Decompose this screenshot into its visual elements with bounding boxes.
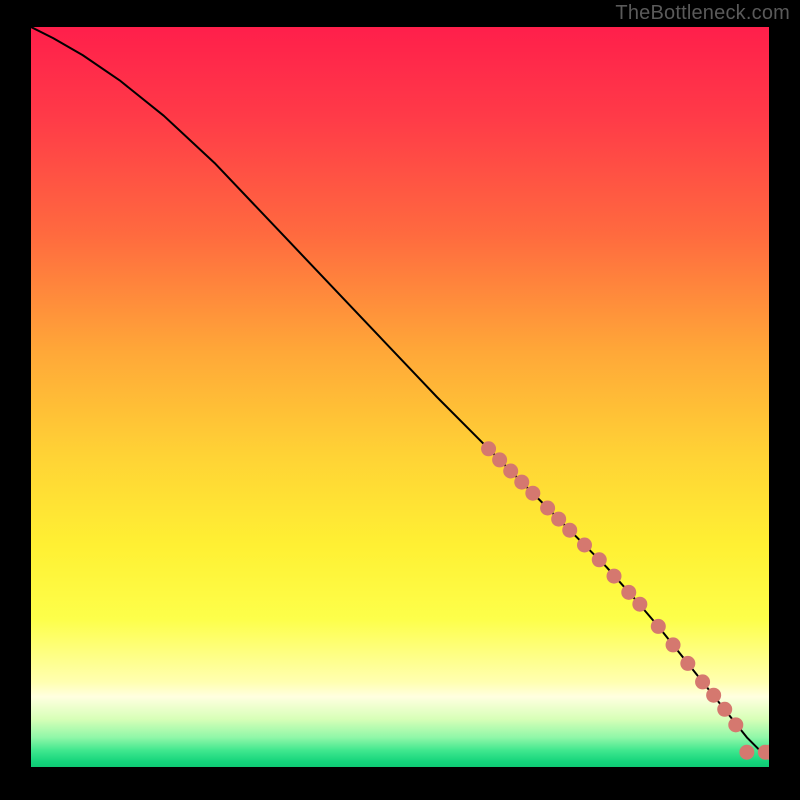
data-marker [525, 486, 540, 501]
data-marker [666, 637, 681, 652]
data-marker [632, 597, 647, 612]
data-marker [481, 441, 496, 456]
data-marker [706, 688, 721, 703]
data-marker [540, 501, 555, 516]
data-marker [621, 585, 636, 600]
chart-svg [31, 27, 769, 767]
data-marker [651, 619, 666, 634]
chart-frame: TheBottleneck.com [0, 0, 800, 800]
data-marker [562, 523, 577, 538]
attribution-label: TheBottleneck.com [615, 2, 790, 25]
data-marker [739, 745, 754, 760]
data-marker [728, 717, 743, 732]
data-marker [503, 464, 518, 479]
data-marker [695, 674, 710, 689]
data-marker [514, 475, 529, 490]
data-marker [717, 702, 732, 717]
plot-area [31, 27, 769, 767]
data-marker [577, 538, 592, 553]
gradient-background [31, 27, 769, 767]
data-marker [607, 569, 622, 584]
data-marker [551, 512, 566, 527]
data-marker [592, 552, 607, 567]
data-marker [492, 452, 507, 467]
data-marker [680, 656, 695, 671]
